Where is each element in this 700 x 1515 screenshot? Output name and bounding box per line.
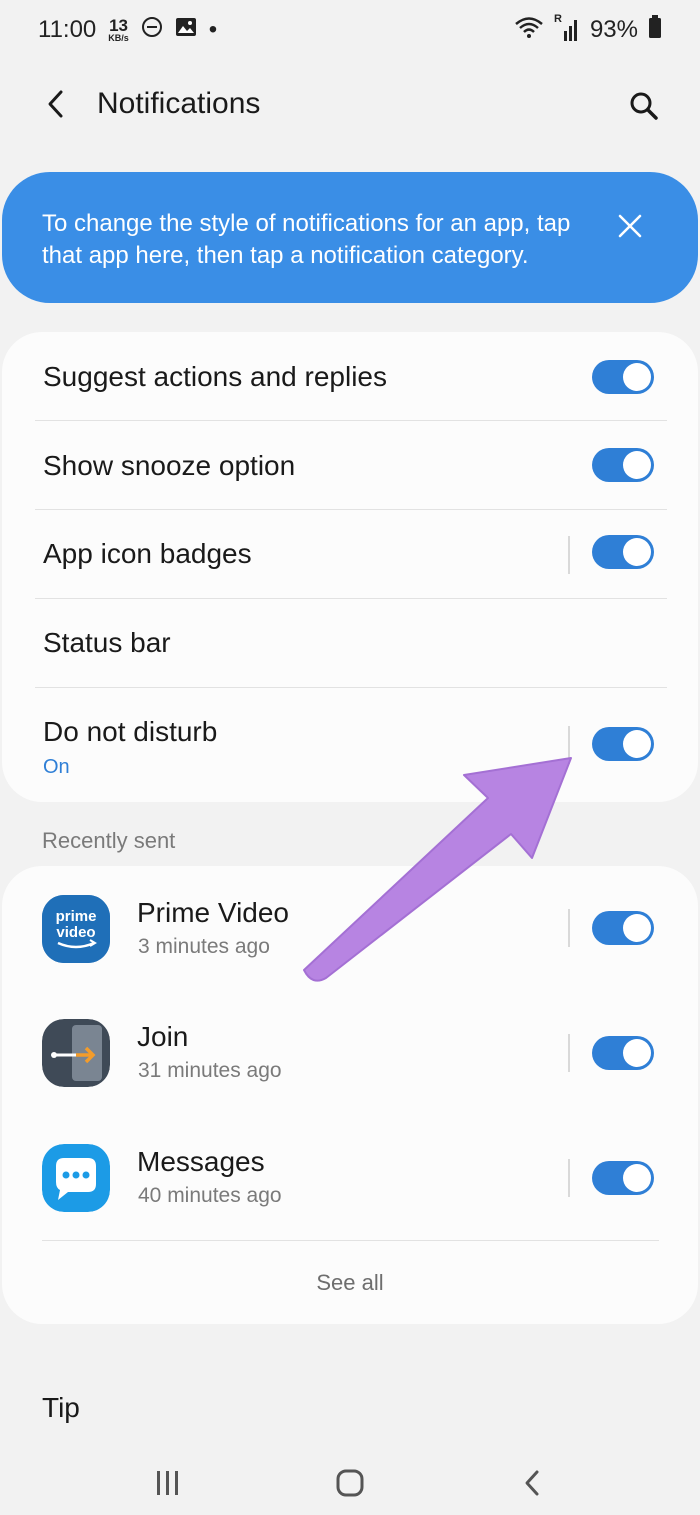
toggle-knob (623, 1039, 651, 1067)
navigation-bar (0, 1450, 700, 1515)
app-bar: Notifications (0, 60, 700, 150)
row-divider (568, 726, 570, 764)
setting-label: Status bar (43, 627, 171, 658)
clock: 11:00 (38, 16, 97, 43)
see-all-divider (42, 1240, 659, 1241)
messages-toggle[interactable] (592, 1161, 654, 1195)
app-name: Messages (137, 1146, 265, 1177)
home-button[interactable] (320, 1458, 380, 1508)
prime-video-icon: prime video (42, 895, 110, 963)
recently-sent-card: prime video Prime Video 3 minutes ago Jo… (2, 866, 698, 1324)
app-time: 31 minutes ago (138, 1059, 282, 1082)
cell-signal-icon: R (554, 13, 580, 43)
wifi-icon (514, 15, 544, 46)
toggle-knob (623, 914, 651, 942)
status-left: 11:00 13 KB/s • (38, 16, 217, 45)
app-time: 40 minutes ago (138, 1184, 282, 1207)
nav-back-button[interactable] (503, 1458, 563, 1508)
banner-close-button[interactable] (614, 210, 646, 242)
setting-label: Do not disturb (43, 716, 218, 747)
battery-icon (648, 14, 662, 46)
app-icon-badges-toggle[interactable] (592, 535, 654, 569)
notification-settings-card: Suggest actions and replies Show snooze … (2, 332, 698, 802)
setting-app-icon-badges[interactable]: App icon badges (35, 510, 667, 599)
info-banner: To change the style of notifications for… (2, 172, 698, 303)
do-not-disturb-toggle[interactable] (592, 727, 654, 761)
app-time: 3 minutes ago (138, 935, 270, 958)
join-icon (42, 1019, 110, 1087)
search-button[interactable] (620, 82, 668, 130)
toggle-knob (623, 1164, 651, 1192)
toggle-knob (623, 730, 651, 758)
row-divider (568, 909, 570, 947)
do-not-disturb-status: On (43, 756, 70, 778)
network-speed: 13 KB/s (108, 17, 129, 43)
network-speed-unit: KB/s (108, 33, 129, 43)
recents-button[interactable] (138, 1458, 198, 1508)
do-not-disturb-status-icon (141, 16, 163, 45)
app-name: Prime Video (137, 897, 290, 928)
row-divider (568, 536, 570, 574)
prime-video-toggle[interactable] (592, 911, 654, 945)
status-right: R 93% (514, 13, 662, 46)
toggle-knob (623, 451, 651, 479)
row-divider (568, 1159, 570, 1197)
suggest-actions-toggle[interactable] (592, 360, 654, 394)
see-all-button[interactable]: See all (2, 1270, 698, 1296)
setting-label: Suggest actions and replies (43, 361, 387, 392)
setting-suggest-actions[interactable]: Suggest actions and replies (35, 332, 667, 421)
page-title: Notifications (97, 87, 261, 120)
setting-label: Show snooze option (43, 450, 296, 481)
toggle-knob (623, 363, 651, 391)
setting-show-snooze[interactable]: Show snooze option (35, 421, 667, 510)
gallery-status-icon (175, 16, 197, 44)
battery-percentage: 93% (589, 16, 638, 43)
recent-app-row[interactable]: prime video Prime Video 3 minutes ago (2, 895, 698, 1005)
notification-dot: • (208, 16, 218, 43)
join-toggle[interactable] (592, 1036, 654, 1070)
setting-do-not-disturb[interactable]: Do not disturb On (35, 688, 667, 802)
setting-status-bar[interactable]: Status bar (35, 599, 667, 688)
row-divider (568, 1034, 570, 1072)
network-speed-value: 13 (109, 16, 128, 35)
recently-sent-header: Recently sent (42, 828, 176, 853)
toggle-knob (623, 538, 651, 566)
messages-icon (42, 1144, 110, 1212)
recent-app-row[interactable]: Messages 40 minutes ago (2, 1144, 698, 1254)
close-icon (618, 214, 642, 238)
info-banner-text: To change the style of notifications for… (42, 210, 571, 269)
recent-app-row[interactable]: Join 31 minutes ago (2, 1019, 698, 1129)
app-name: Join (137, 1021, 189, 1052)
setting-label: App icon badges (43, 538, 252, 569)
search-icon (630, 92, 658, 120)
svg-text:prime: prime (56, 908, 97, 925)
show-snooze-toggle[interactable] (592, 448, 654, 482)
status-bar: 11:00 13 KB/s • R 93% (0, 0, 700, 60)
home-icon (336, 1469, 364, 1497)
nav-back-icon (525, 1470, 539, 1496)
svg-text:video: video (56, 924, 95, 941)
back-arrow-icon (48, 90, 63, 118)
tip-label: Tip (42, 1392, 80, 1423)
recents-icon (157, 1471, 178, 1495)
back-button[interactable] (34, 82, 78, 126)
